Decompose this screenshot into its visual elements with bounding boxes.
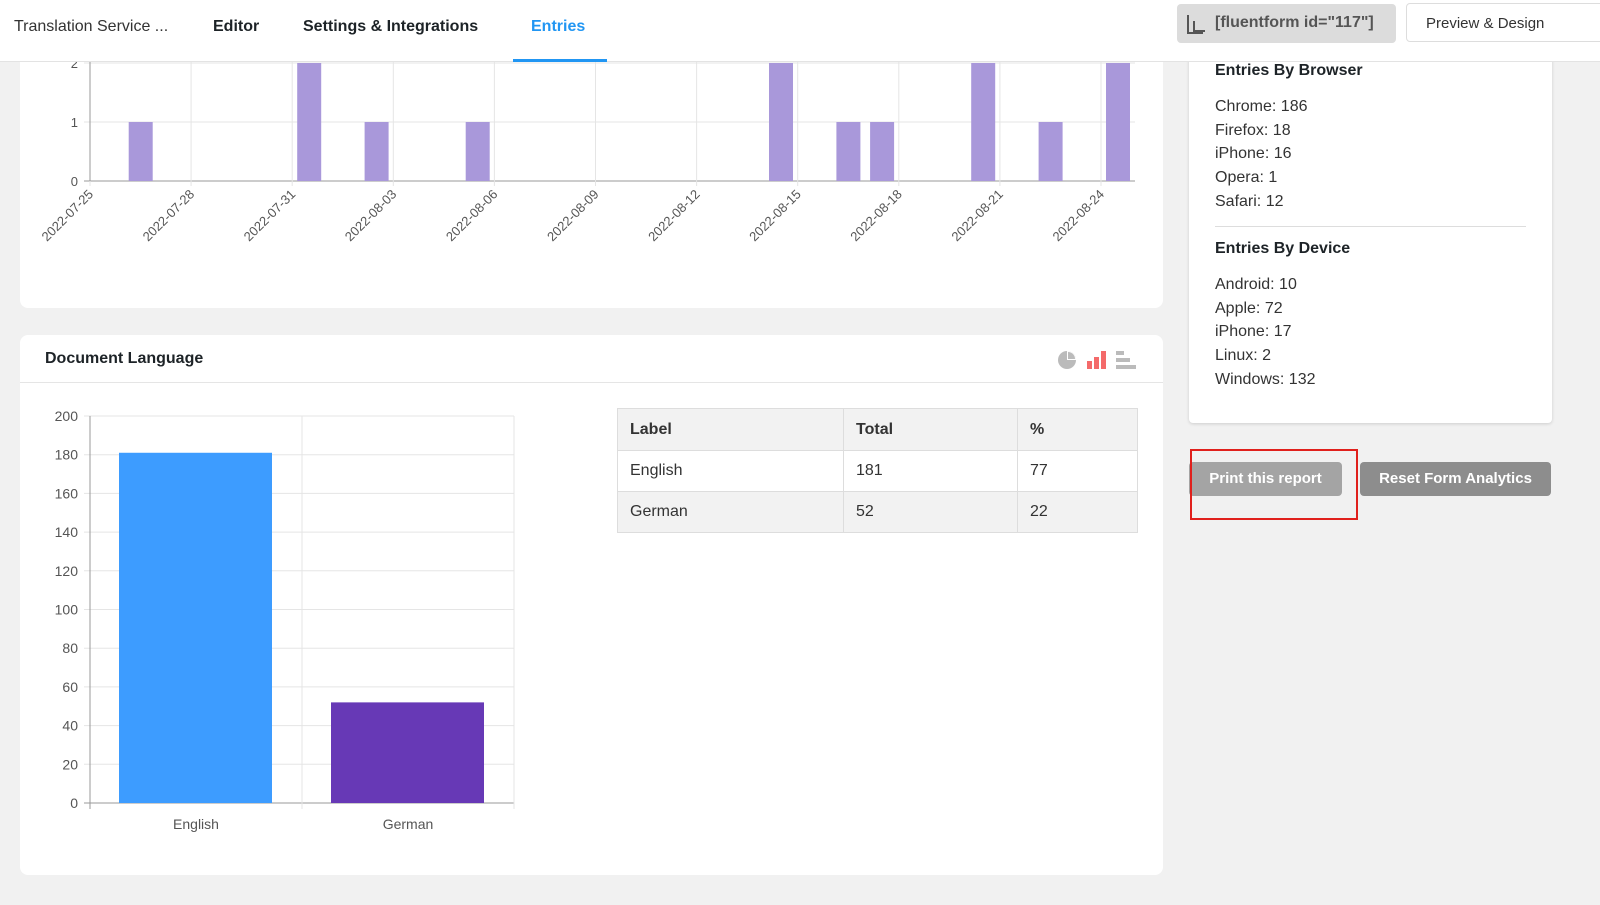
tab-editor[interactable]: Editor — [213, 18, 259, 36]
form-title[interactable]: Translation Service ... — [14, 18, 168, 36]
x-tick-label: 2022-08-09 — [544, 187, 602, 245]
shortcode-text: [fluentform id="117"] — [1215, 14, 1374, 31]
stat-item: Windows: 132 — [1215, 370, 1316, 388]
y-tick-label: 160 — [55, 485, 79, 501]
bar-english — [119, 452, 272, 803]
x-tick-label: 2022-08-06 — [443, 187, 501, 245]
x-tick-label: English — [173, 816, 219, 832]
reset-analytics-button[interactable]: Reset Form Analytics — [1360, 462, 1551, 496]
y-tick-label: 120 — [55, 563, 79, 579]
cell: English — [617, 450, 844, 492]
x-tick-label: 2022-08-21 — [948, 187, 1006, 245]
device-list: Android: 10 Apple: 72 iPhone: 17 Linux: … — [1215, 273, 1316, 392]
x-tick-label: 2022-08-15 — [746, 187, 804, 245]
table-row: English 181 77 — [617, 450, 1138, 492]
x-tick-label: 2022-08-03 — [342, 187, 400, 245]
x-tick-label: 2022-07-31 — [241, 187, 299, 245]
y-tick-label: 20 — [62, 756, 78, 772]
cell: 52 — [843, 491, 1018, 533]
stat-item: Opera: 1 — [1215, 169, 1278, 187]
highlight-box — [1190, 449, 1358, 520]
table-row: German 52 22 — [617, 491, 1138, 533]
bar — [971, 63, 996, 181]
y-tick-label: 0 — [71, 174, 78, 189]
y-tick-label: 100 — [55, 602, 79, 618]
bar — [297, 63, 322, 181]
col-percent: % — [1017, 408, 1138, 451]
document-language-card: Document Language 0 20 40 60 80 100 120 140 160 1… — [20, 335, 1163, 875]
stat-item: Apple: 72 — [1215, 299, 1283, 317]
stat-item: Linux: 2 — [1215, 347, 1272, 365]
table-header-row: Label Total% — [617, 408, 1138, 451]
card-title: Document Language — [45, 350, 204, 367]
stat-item: Chrome: 186 — [1215, 98, 1308, 115]
x-tick-label: 2022-07-25 — [38, 187, 96, 245]
browser-title: Entries By Browser — [1215, 62, 1363, 79]
language-bar-chart: 0 20 40 60 80 100 120 140 160 180 200 English German — [55, 408, 515, 832]
stat-item: iPhone: 17 — [1215, 323, 1292, 341]
x-tick-label: 2022-07-28 — [140, 187, 198, 245]
bar-chart-icon[interactable] — [1087, 351, 1106, 369]
divider — [20, 382, 1163, 383]
bar — [364, 122, 389, 181]
bar-german — [331, 702, 484, 803]
y-tick-label: 200 — [55, 408, 79, 424]
stat-item: Android: 10 — [1215, 276, 1297, 293]
cell: 77 — [1017, 450, 1138, 492]
timeline-chart-card: 0 1 2 2022-07-25 2022-07-28 2022-07-31 2022-08… — [20, 20, 1163, 308]
bar — [465, 122, 490, 181]
pie-chart-icon[interactable] — [1058, 351, 1076, 369]
stat-item: iPhone: 16 — [1215, 145, 1292, 163]
y-tick-label: 80 — [62, 640, 78, 656]
stat-item: Firefox: 18 — [1215, 121, 1291, 139]
bar — [1038, 122, 1063, 181]
top-header: Translation Service ... Editor Settings … — [0, 0, 1600, 62]
x-tick-label: German — [383, 816, 434, 832]
x-tick-label: 2022-08-12 — [645, 187, 703, 245]
col-total: Total — [843, 408, 1018, 451]
cell: 181 — [843, 450, 1018, 492]
horizontal-bar-icon[interactable] — [1116, 351, 1136, 369]
bar — [836, 122, 861, 181]
active-tab-indicator — [513, 59, 607, 62]
timeline-chart: 0122022-07-25 2022-07-28 2022-07-31 2022-08… — [38, 20, 1135, 245]
copy-icon — [1187, 15, 1205, 34]
x-tick-label: 2022-08-18 — [847, 187, 905, 245]
x-tick-label: 2022-08-24 — [1049, 187, 1107, 245]
tab-settings-integrations[interactable]: Settings & Integrations — [303, 18, 478, 36]
language-table: Label Total% English 181 77 German 52 22 — [617, 408, 1138, 533]
browser-list: Chrome: 186 Firefox: 18 iPhone: 16 Opera… — [1215, 95, 1308, 214]
bar — [870, 122, 895, 181]
divider — [1215, 226, 1526, 227]
col-label: Label — [617, 408, 844, 451]
y-tick-label: 40 — [62, 718, 78, 734]
y-tick-label: 1 — [71, 115, 78, 130]
cell: 22 — [1017, 491, 1138, 533]
y-tick-label: 180 — [55, 447, 79, 463]
stats-panel: Entries By Browser Chrome: 186 Firefox: … — [1189, 20, 1552, 423]
bar — [128, 122, 153, 181]
y-tick-label: 0 — [70, 795, 78, 811]
y-tick-label: 140 — [55, 524, 79, 540]
cell: German — [617, 491, 844, 533]
shortcode-button[interactable]: [fluentform id="117"] — [1177, 4, 1396, 43]
bar — [1106, 63, 1130, 181]
tab-entries[interactable]: Entries — [531, 18, 585, 36]
device-title: Entries By Device — [1215, 240, 1351, 257]
chart-type-switcher — [1058, 351, 1136, 369]
stat-item: Safari: 12 — [1215, 192, 1284, 210]
preview-design-button[interactable]: Preview & Design — [1406, 3, 1600, 42]
bar — [769, 63, 793, 181]
y-tick-label: 60 — [62, 679, 78, 695]
